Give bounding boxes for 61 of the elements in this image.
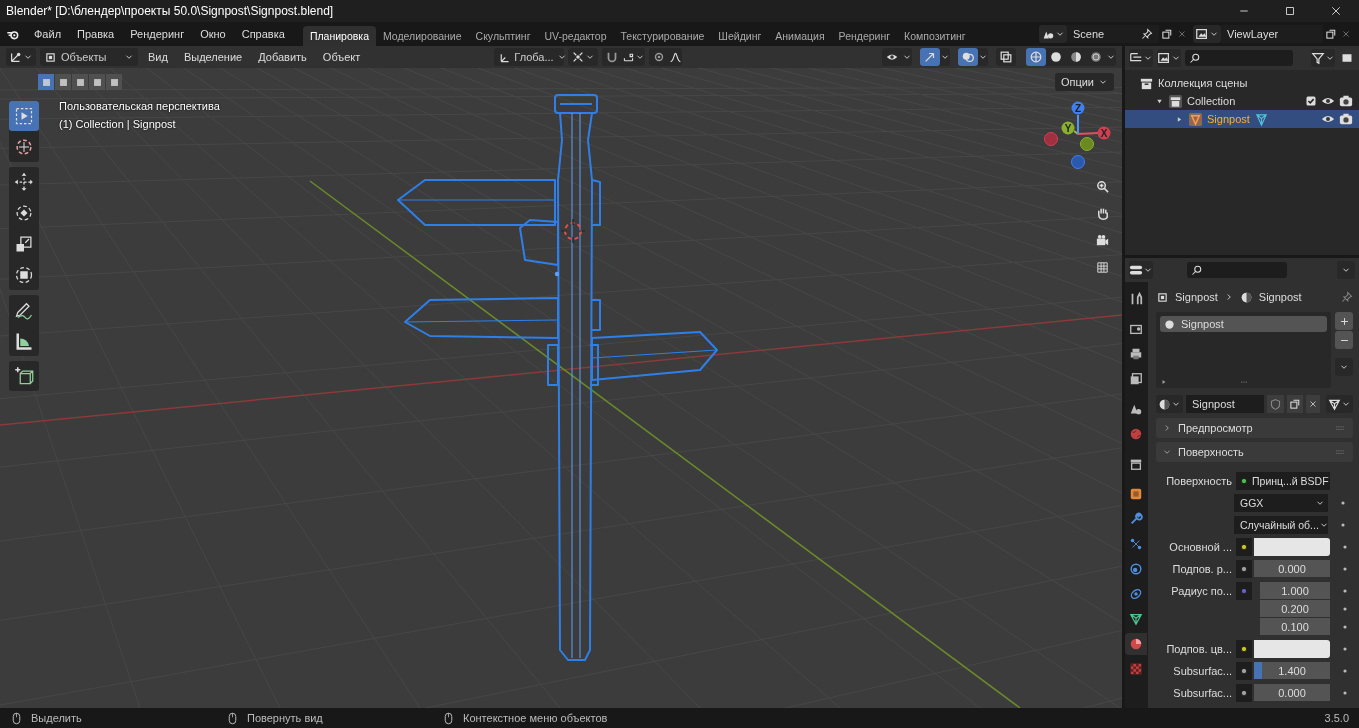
item-label: Collection bbox=[1187, 95, 1236, 107]
workspace-tab[interactable]: Композитинг bbox=[897, 26, 973, 46]
field-label: Подпов. р... bbox=[1171, 562, 1233, 577]
number-field[interactable]: 1.000 bbox=[1260, 582, 1330, 600]
workspace-tab[interactable]: Анимация bbox=[768, 26, 832, 46]
field-label: Поверхность bbox=[1165, 474, 1233, 489]
scene-field[interactable]: Scene bbox=[1067, 25, 1159, 43]
number-field[interactable]: 0.000 bbox=[1254, 560, 1330, 578]
axis-button[interactable]: Z bbox=[1071, 101, 1085, 115]
menu-item[interactable]: Файл bbox=[26, 28, 70, 40]
window-title: Blender* [D:\блендер\проекты 50.0\Signpost\Signpost.blend] bbox=[5, 4, 335, 18]
number-field[interactable]: 0.100 bbox=[1260, 618, 1330, 636]
view-name: Пользовательская перспектива bbox=[59, 100, 220, 112]
workspace-tab[interactable]: Шейдинг bbox=[711, 26, 769, 46]
context-label: (1) Collection | Signpost bbox=[59, 118, 176, 130]
menu-item[interactable]: Справка bbox=[233, 28, 293, 40]
workspace-tab[interactable]: Скульптинг bbox=[468, 26, 538, 46]
field-label: Подпов. цв... bbox=[1165, 642, 1233, 657]
menu-item[interactable]: Выделение bbox=[177, 51, 249, 63]
field-label: Основной ... bbox=[1168, 540, 1233, 555]
view-layer-field[interactable]: ViewLayer bbox=[1221, 25, 1323, 43]
dropdown-field[interactable]: Случайный об... bbox=[1234, 516, 1328, 534]
axis-button[interactable]: X bbox=[1097, 126, 1111, 140]
number-field[interactable]: 0.000 bbox=[1254, 684, 1330, 702]
material-slot[interactable]: Signpost bbox=[1160, 316, 1327, 332]
version-label: 3.5.0 bbox=[1324, 712, 1349, 724]
mode-dropdown[interactable]: Объекты bbox=[40, 48, 138, 66]
dropdown-field[interactable]: GGX bbox=[1234, 494, 1328, 512]
outliner-row[interactable]: Signpost bbox=[1125, 110, 1359, 128]
menu-item[interactable]: Правка bbox=[69, 28, 123, 40]
field-label: Радиус по... bbox=[1170, 584, 1233, 599]
workspace-tab[interactable]: Рендеринг bbox=[831, 26, 898, 46]
breadcrumb-item[interactable]: Signpost bbox=[1175, 291, 1218, 303]
status-hint: Выделить bbox=[31, 712, 82, 724]
workspace-tab[interactable]: Моделирование bbox=[376, 26, 469, 46]
status-hint: Повернуть вид bbox=[247, 712, 323, 724]
menu-item[interactable]: Объект bbox=[316, 51, 367, 63]
shader-link-field[interactable]: Принц...й BSDF bbox=[1236, 472, 1330, 490]
breadcrumb-item[interactable]: Signpost bbox=[1258, 291, 1302, 303]
status-hint: Контекстное меню объектов bbox=[463, 712, 608, 724]
panel-header[interactable]: Поверхность bbox=[1156, 442, 1353, 462]
outliner-row[interactable]: Коллекция сцены bbox=[1125, 74, 1359, 92]
panel-header[interactable]: Предпросмотр bbox=[1156, 418, 1353, 438]
item-label: Коллекция сцены bbox=[1158, 77, 1248, 89]
menu-item[interactable]: Окно bbox=[192, 28, 234, 40]
field-label: Subsurfac... bbox=[1172, 664, 1233, 679]
axis-button[interactable]: Y bbox=[1061, 121, 1075, 135]
orientation-dropdown[interactable]: Глоба... bbox=[494, 48, 565, 66]
menu-item[interactable]: Рендеринг bbox=[122, 28, 193, 40]
material-name-field[interactable]: Signpost bbox=[1186, 395, 1264, 413]
number-field[interactable]: 0.200 bbox=[1260, 600, 1330, 618]
field-label: Subsurfac... bbox=[1172, 686, 1233, 701]
menu-item[interactable]: Добавить bbox=[252, 51, 313, 63]
workspace-tab[interactable]: Текстурирование bbox=[613, 26, 712, 46]
workspace-tab[interactable]: Планировка bbox=[302, 26, 376, 46]
menu-item[interactable]: Вид bbox=[142, 51, 174, 63]
options-dropdown[interactable]: Опции bbox=[1054, 73, 1114, 91]
item-label: Signpost bbox=[1207, 113, 1250, 125]
number-field[interactable]: 1.400 bbox=[1254, 662, 1330, 680]
outliner-row[interactable]: Collection bbox=[1125, 92, 1359, 110]
workspace-tab[interactable]: UV-редактор bbox=[537, 26, 614, 46]
